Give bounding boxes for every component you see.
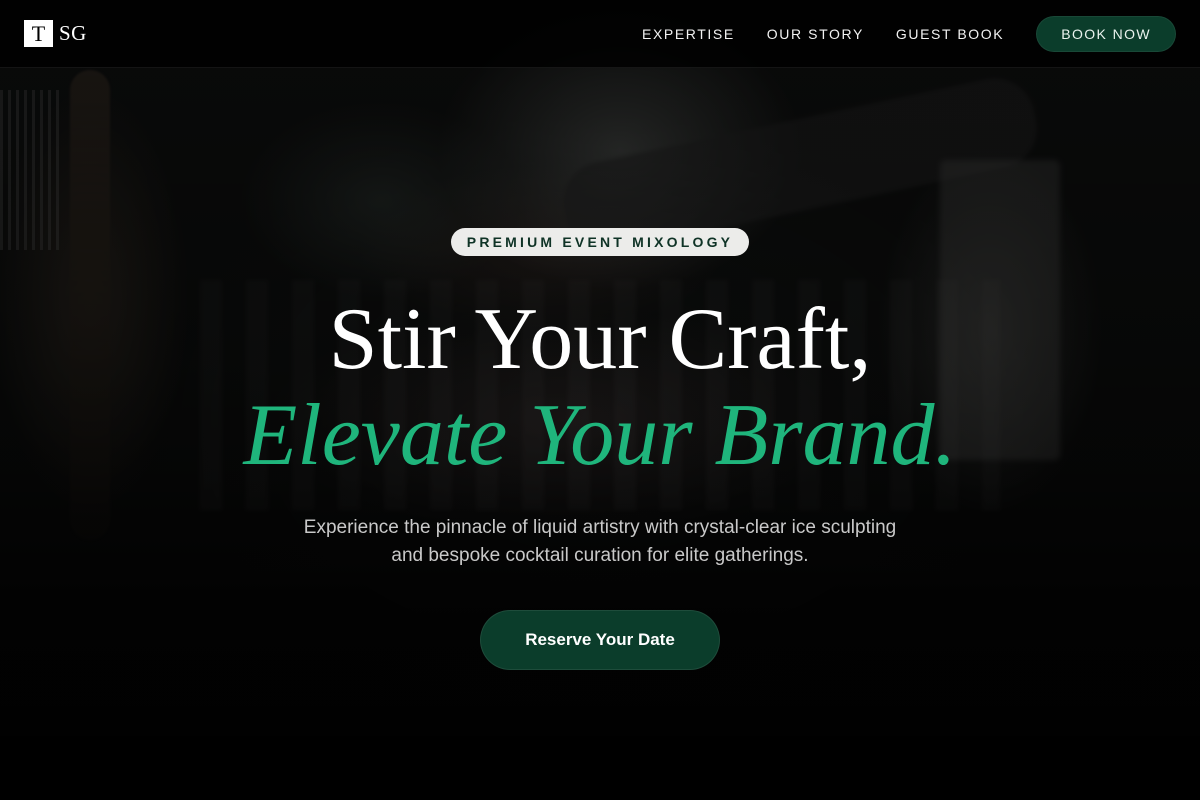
site-header: T SG EXPERTISE OUR STORY GUEST BOOK BOOK… bbox=[0, 0, 1200, 68]
main-nav: EXPERTISE OUR STORY GUEST BOOK BOOK NOW bbox=[642, 15, 1176, 52]
headline-line-2: Elevate Your Brand. bbox=[243, 387, 957, 484]
nav-link-guest-book[interactable]: GUEST BOOK bbox=[896, 26, 1004, 42]
logo-text: SG bbox=[59, 21, 87, 45]
logo-mark: T bbox=[24, 20, 53, 47]
eyebrow-badge: PREMIUM EVENT MIXOLOGY bbox=[450, 228, 750, 256]
book-now-button[interactable]: BOOK NOW bbox=[1036, 15, 1176, 52]
reserve-date-button[interactable]: Reserve Your Date bbox=[480, 610, 720, 670]
hero-subtitle: Experience the pinnacle of liquid artist… bbox=[303, 517, 897, 566]
nav-link-our-story[interactable]: OUR STORY bbox=[767, 26, 864, 42]
headline-line-1: Stir Your Craft, bbox=[328, 291, 872, 388]
hero-content: PREMIUM EVENT MIXOLOGY Stir Your Craft, … bbox=[0, 228, 1200, 670]
logo[interactable]: T SG bbox=[24, 20, 87, 47]
nav-link-expertise[interactable]: EXPERTISE bbox=[642, 26, 735, 42]
